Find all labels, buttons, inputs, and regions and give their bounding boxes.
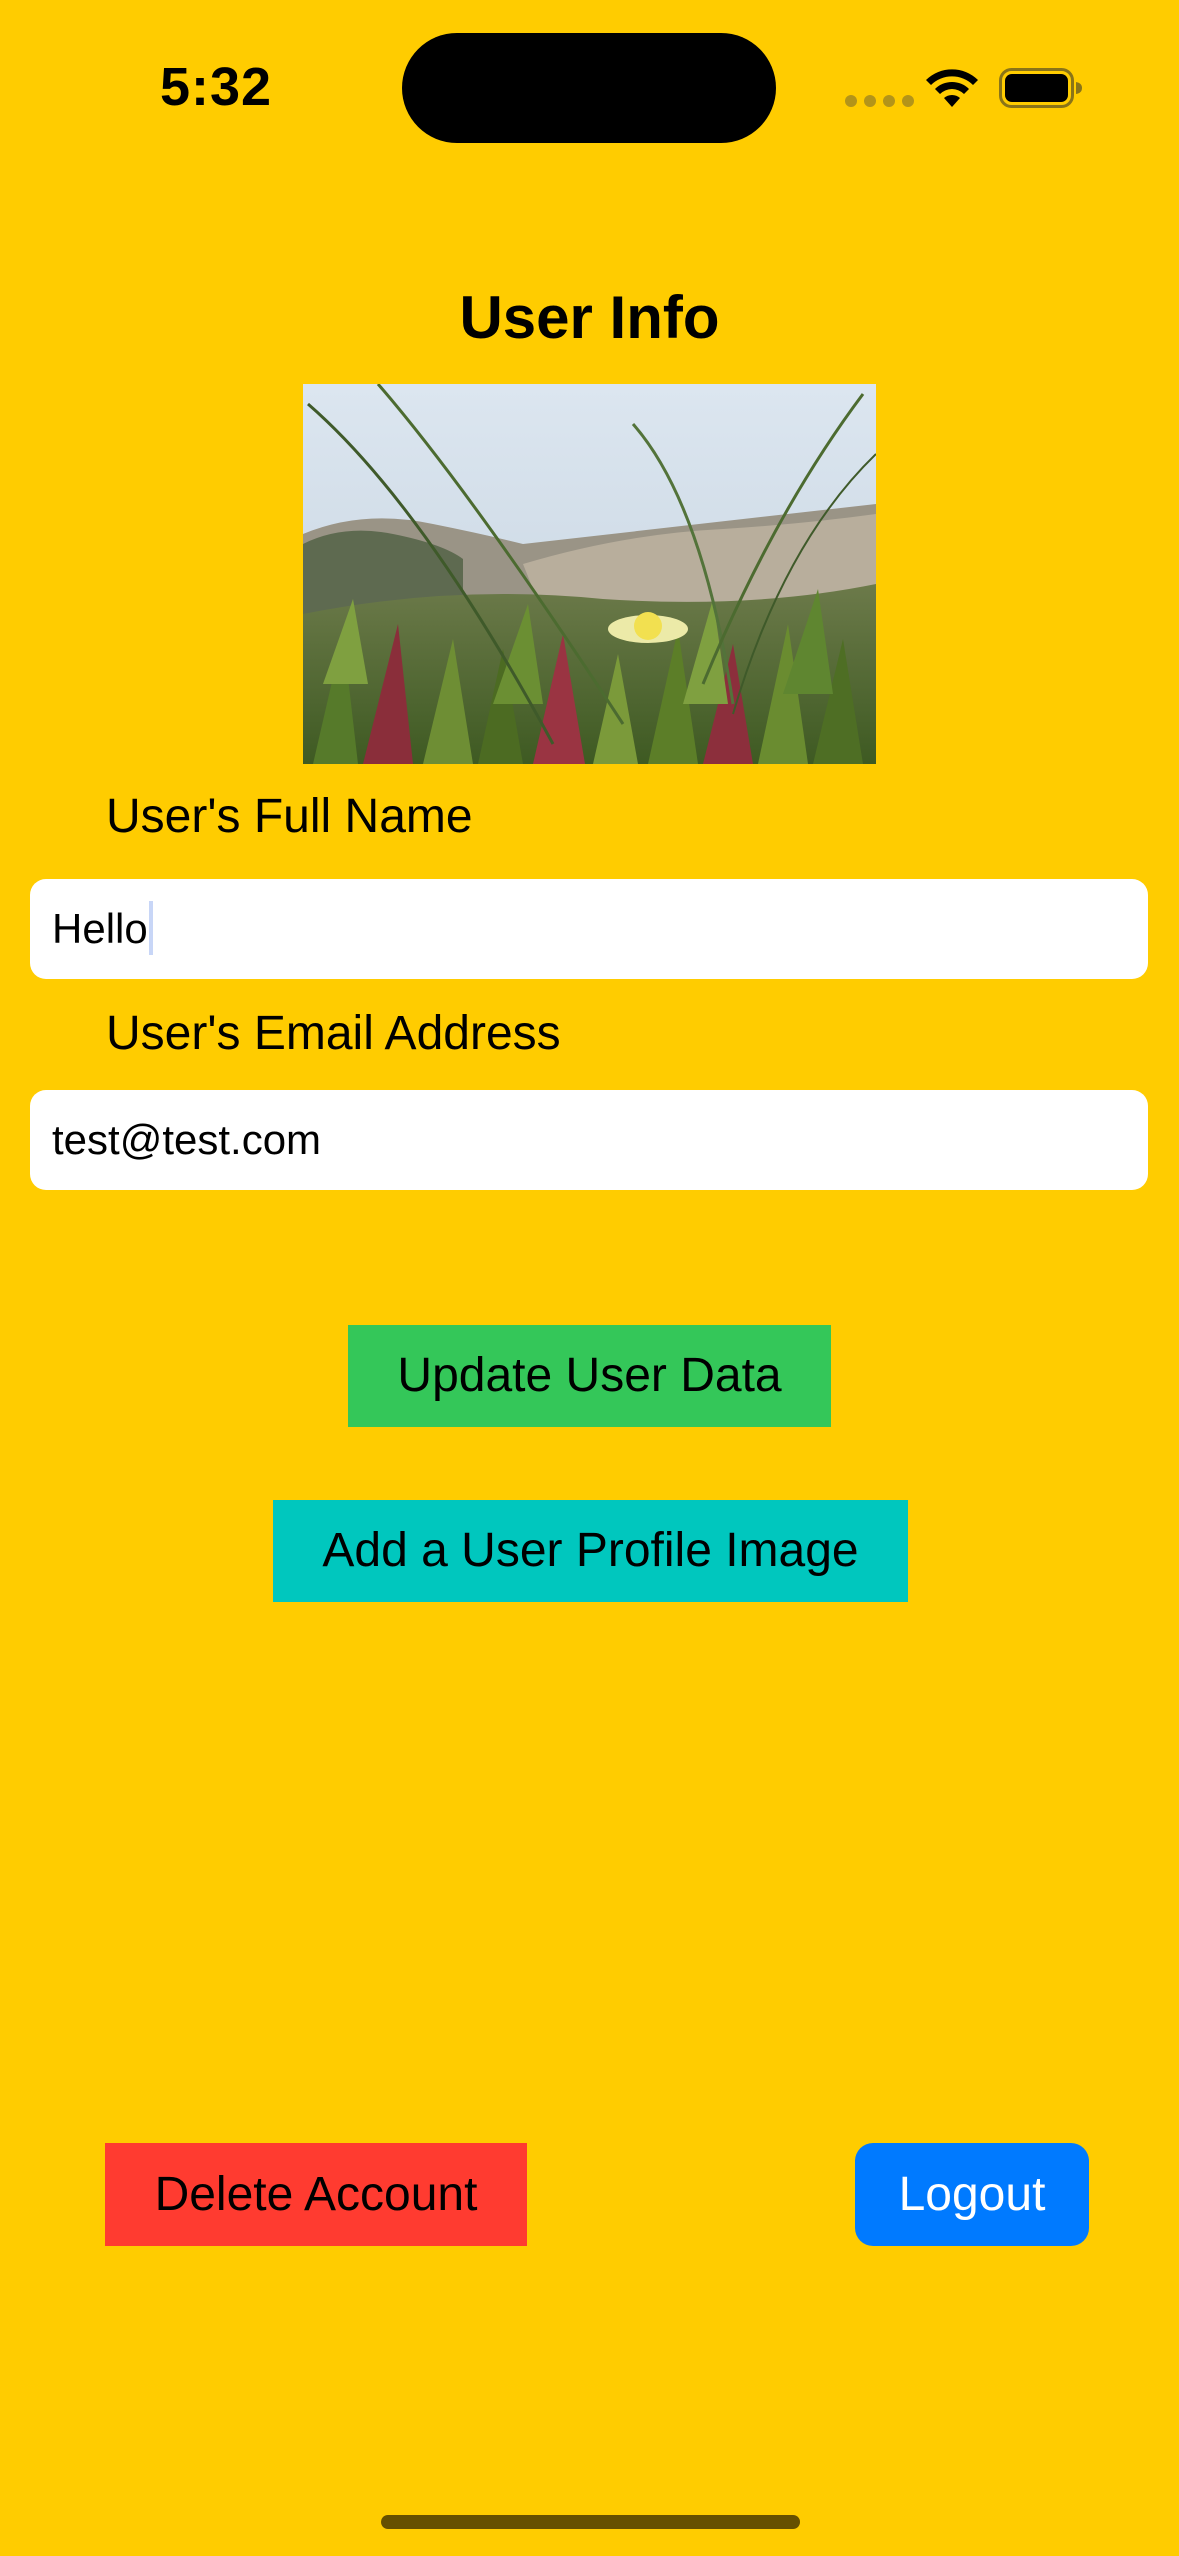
- status-bar-time: 5:32: [160, 57, 273, 117]
- email-field[interactable]: test@test.com: [30, 1090, 1148, 1190]
- logout-button[interactable]: Logout: [855, 2143, 1089, 2246]
- full-name-label: User's Full Name: [106, 790, 473, 843]
- full-name-value: Hello: [52, 905, 148, 952]
- battery-icon: [999, 68, 1082, 108]
- email-label: User's Email Address: [106, 1007, 561, 1060]
- profile-image: [303, 384, 876, 764]
- delete-account-button[interactable]: Delete Account: [105, 2143, 527, 2246]
- home-indicator[interactable]: [381, 2515, 800, 2529]
- cellular-signal-icon: [845, 95, 914, 107]
- full-name-field[interactable]: Hello: [30, 879, 1148, 979]
- page-title: User Info: [459, 284, 720, 351]
- wifi-icon: [926, 69, 978, 107]
- add-profile-image-button[interactable]: Add a User Profile Image: [273, 1500, 908, 1602]
- text-cursor: [148, 900, 153, 955]
- dynamic-island: [402, 33, 776, 143]
- update-user-data-button[interactable]: Update User Data: [348, 1325, 831, 1427]
- email-value: test@test.com: [52, 1116, 322, 1163]
